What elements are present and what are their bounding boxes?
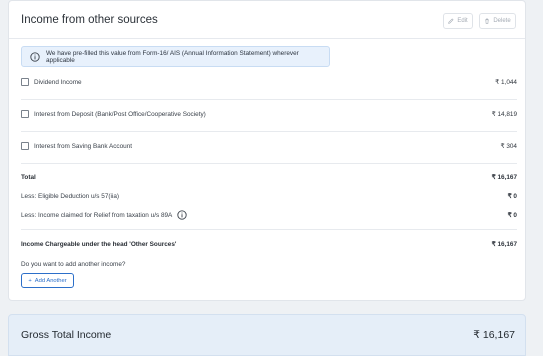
deduction-57-label: Less: Eligible Deduction u/s 57(iia) [21, 192, 120, 200]
income-item-deposit-interest: Interest from Deposit (Bank/Post Office/… [21, 107, 517, 121]
gross-total-amount: ₹ 16,167 [473, 329, 515, 341]
deposit-interest-checkbox[interactable] [21, 110, 29, 118]
divider [21, 229, 517, 230]
deduction-57-amount: ₹ 0 [507, 193, 517, 200]
add-income-prompt: Do you want to add another income? [21, 260, 126, 268]
gross-total-income-bar: Gross Total Income ₹ 16,167 [8, 314, 526, 356]
plus-icon: + [28, 277, 32, 284]
info-circle-icon[interactable] [177, 210, 187, 220]
pencil-icon [448, 18, 454, 24]
total-row: Total ₹ 16,167 [21, 170, 517, 184]
card-header: Income from other sources Edit Delete [9, 1, 525, 39]
divider [21, 163, 517, 164]
income-item-label: Dividend Income [34, 78, 82, 86]
income-item-amount: ₹ 304 [500, 143, 517, 150]
relief-89a-amount: ₹ 0 [507, 212, 517, 219]
add-another-label: Add Another [34, 277, 67, 284]
edit-button[interactable]: Edit [443, 13, 473, 29]
delete-button[interactable]: Delete [479, 13, 516, 29]
relief-89a-label: Less: Income claimed for Relief from tax… [21, 211, 173, 219]
chargeable-income-row: Income Chargeable under the head 'Other … [21, 237, 517, 251]
savings-interest-checkbox[interactable] [21, 142, 29, 150]
add-income-prompt-row: Do you want to add another income? [21, 257, 517, 271]
add-another-button[interactable]: + Add Another [21, 273, 74, 288]
relief-89a-row: Less: Income claimed for Relief from tax… [21, 208, 517, 222]
income-other-sources-card: Income from other sources Edit Delete We… [8, 0, 526, 301]
income-item-label: Interest from Deposit (Bank/Post Office/… [34, 110, 206, 118]
divider [21, 131, 517, 132]
prefill-info-banner: We have pre-filled this value from Form-… [21, 46, 330, 67]
income-item-savings-interest: Interest from Saving Bank Account ₹ 304 [21, 139, 517, 153]
income-item-amount: ₹ 14,819 [491, 111, 517, 118]
total-label: Total [21, 173, 36, 181]
dividend-checkbox[interactable] [21, 78, 29, 86]
info-banner-text: We have pre-filled this value from Form-… [46, 49, 299, 64]
info-circle-icon [30, 51, 40, 62]
edit-label: Edit [457, 18, 468, 24]
income-item-dividend: Dividend Income ₹ 1,044 [21, 75, 517, 89]
gross-total-label: Gross Total Income [21, 329, 112, 341]
chargeable-amount: ₹ 16,167 [491, 241, 517, 248]
section-title: Income from other sources [21, 14, 158, 26]
chargeable-label: Income Chargeable under the head 'Other … [21, 240, 177, 248]
delete-label: Delete [493, 18, 511, 24]
income-item-label: Interest from Saving Bank Account [34, 142, 133, 150]
deduction-57-row: Less: Eligible Deduction u/s 57(iia) ₹ 0 [21, 189, 517, 203]
total-amount: ₹ 16,167 [491, 174, 517, 181]
trash-icon [485, 18, 490, 24]
income-item-amount: ₹ 1,044 [495, 79, 517, 86]
divider [21, 99, 517, 100]
